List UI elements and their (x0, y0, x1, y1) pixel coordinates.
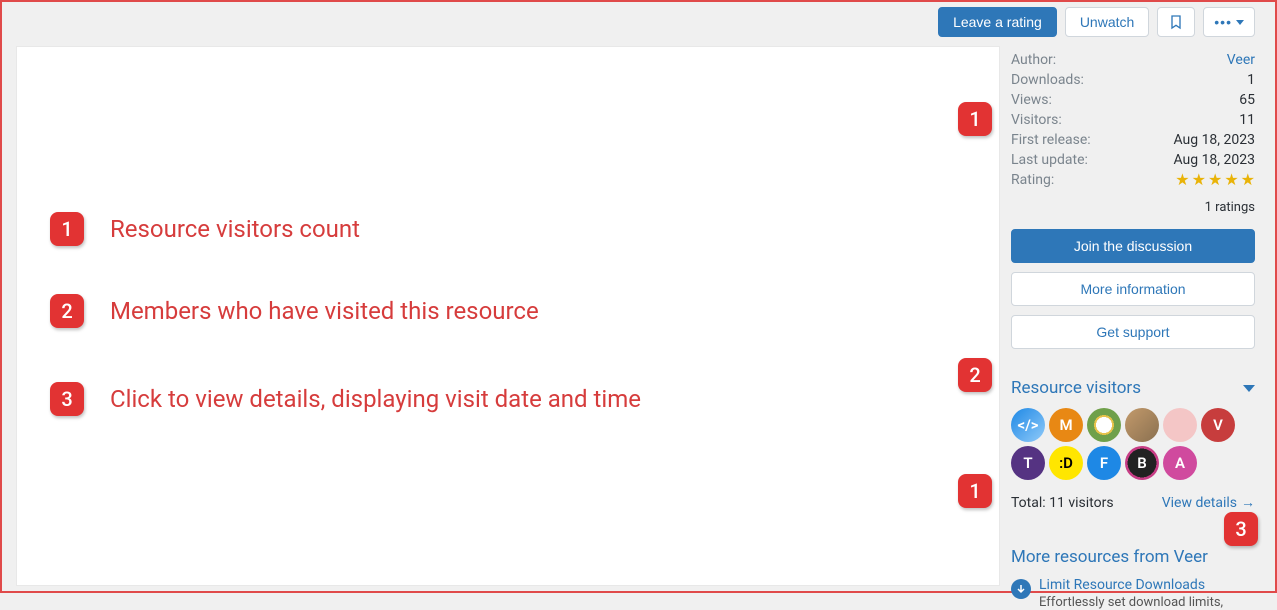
avatar[interactable]: :D (1049, 446, 1083, 480)
annotation-badge-2: 2 (958, 358, 992, 392)
star-icon: ★ (1224, 172, 1238, 188)
download-icon (1011, 579, 1031, 599)
resource-visitors-header[interactable]: Resource visitors (1011, 358, 1255, 406)
avatar[interactable] (1087, 408, 1121, 442)
rating-label: Rating: (1011, 172, 1054, 188)
get-support-button[interactable]: Get support (1011, 315, 1255, 349)
topbar: Leave a rating Unwatch ••• (2, 2, 1275, 42)
more-resources-header[interactable]: More resources from Veer (1011, 529, 1255, 575)
downloads-label: Downloads: (1011, 72, 1084, 88)
annotation-badge: 2 (50, 294, 84, 328)
avatar[interactable]: A (1163, 446, 1197, 480)
annotation-text: Click to view details, displaying visit … (110, 385, 641, 413)
bookmark-button[interactable] (1157, 7, 1195, 37)
unwatch-button[interactable]: Unwatch (1065, 7, 1149, 37)
star-icon: ★ (1241, 172, 1255, 188)
view-details-link[interactable]: View details (1162, 494, 1255, 511)
views-label: Views: (1011, 92, 1052, 108)
arrow-right-icon (1241, 494, 1255, 511)
annotation-badge: 3 (50, 382, 84, 416)
star-icon: ★ (1192, 172, 1206, 188)
annotation-row-3: 3 Click to view details, displaying visi… (50, 382, 641, 416)
more-actions-button[interactable]: ••• (1203, 7, 1255, 37)
bookmark-icon (1168, 14, 1184, 30)
annotation-badge-3: 3 (1224, 512, 1258, 546)
last-update-label: Last update: (1011, 152, 1088, 168)
rating-stars: ★ ★ ★ ★ ★ (1175, 172, 1255, 188)
first-release-label: First release: (1011, 132, 1091, 148)
meta-table: Author: Veer Downloads: 1 Views: 65 Visitor… (1011, 52, 1255, 188)
dots-icon: ••• (1214, 14, 1232, 30)
avatar[interactable]: B (1125, 446, 1159, 480)
annotation-badge: 1 (50, 212, 84, 246)
avatar[interactable]: F (1087, 446, 1121, 480)
ratings-count: 1 ratings (1011, 200, 1255, 215)
resource-list-item[interactable]: Limit Resource Downloads Effortlessly se… (1011, 577, 1255, 610)
join-discussion-button[interactable]: Join the discussion (1011, 229, 1255, 263)
annotation-badge-1: 1 (958, 102, 992, 136)
annotation-text: Members who have visited this resource (110, 297, 539, 325)
last-update-value: Aug 18, 2023 (1173, 152, 1255, 168)
views-value: 65 (1239, 92, 1255, 108)
avatar[interactable]: M (1049, 408, 1083, 442)
annotation-row-1: 1 Resource visitors count (50, 212, 360, 246)
annotation-row-2: 2 Members who have visited this resource (50, 294, 539, 328)
resource-description: Effortlessly set download limits, (1039, 595, 1223, 610)
visitors-label: Visitors: (1011, 112, 1062, 128)
visitors-value: 11 (1239, 112, 1255, 128)
resource-link[interactable]: Limit Resource Downloads (1039, 577, 1223, 593)
author-label: Author: (1011, 52, 1056, 68)
first-release-value: Aug 18, 2023 (1173, 132, 1255, 148)
avatar[interactable]: V (1201, 408, 1235, 442)
avatar[interactable]: </> (1011, 408, 1045, 442)
chevron-down-icon (1243, 385, 1255, 392)
avatar[interactable] (1125, 408, 1159, 442)
chevron-down-icon (1236, 20, 1244, 25)
star-icon: ★ (1175, 172, 1189, 188)
visitors-total: Total: 11 visitors (1011, 495, 1114, 511)
downloads-value: 1 (1247, 72, 1255, 88)
annotation-text: Resource visitors count (110, 215, 360, 243)
annotation-badge-1b: 1 (958, 474, 992, 508)
visitor-avatars: </>M V T:DFBA (1011, 408, 1255, 480)
resource-sidebar: Author: Veer Downloads: 1 Views: 65 Visitor… (1011, 52, 1255, 610)
star-icon: ★ (1208, 172, 1222, 188)
avatar[interactable] (1163, 408, 1197, 442)
author-link[interactable]: Veer (1227, 52, 1255, 68)
leave-rating-button[interactable]: Leave a rating (938, 7, 1057, 37)
more-information-button[interactable]: More information (1011, 272, 1255, 306)
resource-visitors-title: Resource visitors (1011, 378, 1141, 398)
view-details-label: View details (1162, 495, 1237, 511)
avatar[interactable]: T (1011, 446, 1045, 480)
